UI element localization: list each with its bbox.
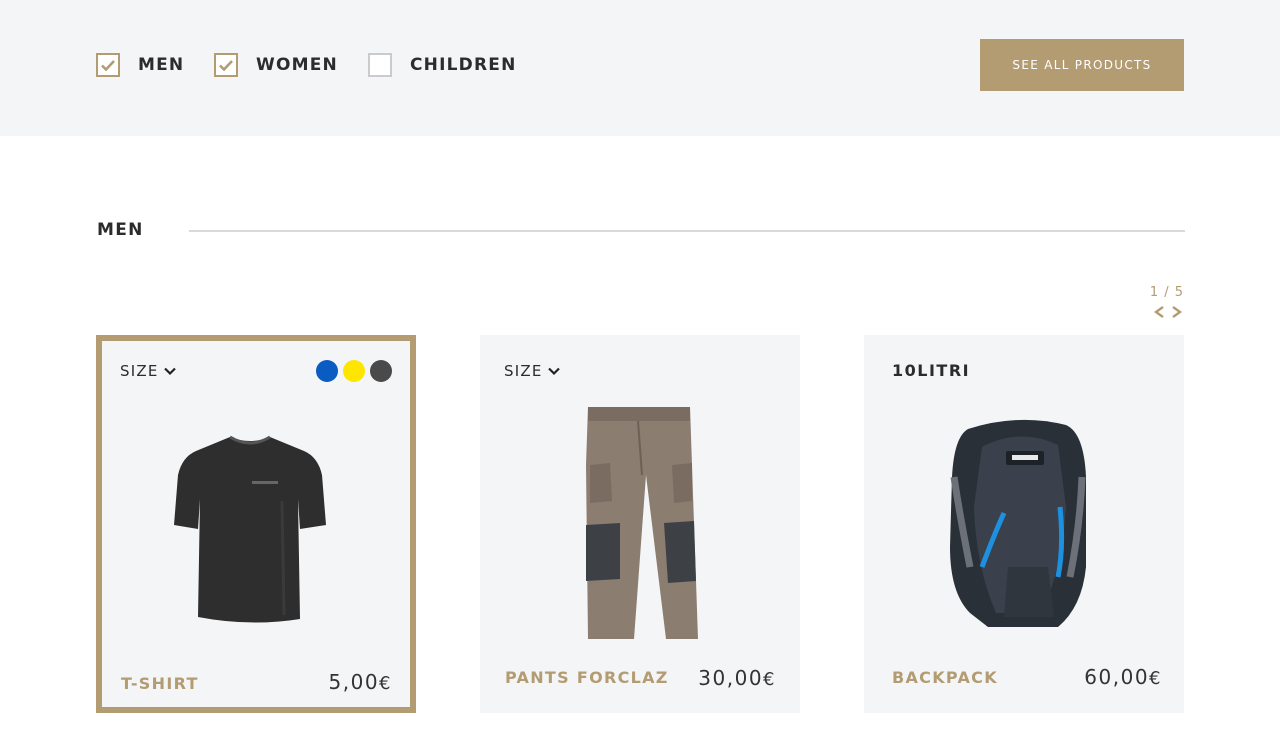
chevron-down-icon	[547, 367, 560, 375]
checkbox-box[interactable]	[214, 53, 238, 77]
product-name[interactable]: T-SHIRT	[121, 674, 199, 693]
checkbox-box[interactable]	[96, 53, 120, 77]
product-price: 30,00€	[698, 666, 776, 690]
pager-arrows	[1154, 306, 1182, 318]
chevron-down-icon	[163, 367, 176, 375]
filter-bar: MEN WOMEN CHILDREN SEE ALL PRODUCTS	[0, 0, 1280, 136]
filter-label: CHILDREN	[410, 55, 517, 75]
color-swatch[interactable]	[316, 360, 338, 382]
see-all-products-button[interactable]: SEE ALL PRODUCTS	[980, 39, 1184, 91]
section-divider	[189, 230, 1185, 232]
section-title: MEN	[97, 220, 144, 240]
checkbox-box[interactable]	[368, 53, 392, 77]
product-name[interactable]: PANTS FORCLAZ	[505, 668, 669, 687]
tshirt-image	[174, 435, 326, 623]
price-currency: €	[763, 669, 776, 690]
prev-arrow-icon[interactable]	[1154, 306, 1165, 318]
pants-image	[586, 407, 698, 639]
next-arrow-icon[interactable]	[1171, 306, 1182, 318]
product-card-backpack[interactable]: 10LITRI BACKPACK 60,00€	[864, 335, 1184, 713]
color-swatches	[316, 360, 392, 382]
filter-label: MEN	[138, 55, 185, 75]
product-price: 5,00€	[329, 670, 392, 694]
pager-count: 1 / 5	[1149, 285, 1184, 300]
product-price: 60,00€	[1084, 665, 1162, 689]
product-card-tshirt[interactable]: SIZE T-SHIRT 5,00€	[96, 335, 416, 713]
product-card-pants[interactable]: SIZE PANTS FORCLAZ 30,00€	[480, 335, 800, 713]
checkmark-icon	[101, 59, 115, 71]
size-label: SIZE	[504, 362, 543, 380]
size-dropdown[interactable]: SIZE	[120, 362, 176, 380]
capacity-label: 10LITRI	[892, 361, 971, 380]
size-dropdown[interactable]: SIZE	[504, 362, 560, 380]
price-currency: €	[1149, 668, 1162, 689]
filter-label: WOMEN	[256, 55, 338, 75]
backpack-image	[950, 419, 1086, 627]
price-currency: €	[379, 673, 392, 694]
filter-children-checkbox[interactable]: CHILDREN	[368, 53, 517, 77]
filter-women-checkbox[interactable]: WOMEN	[214, 53, 338, 77]
price-value: 30,00	[698, 666, 764, 690]
color-swatch[interactable]	[343, 360, 365, 382]
size-label: SIZE	[120, 362, 159, 380]
color-swatch[interactable]	[370, 360, 392, 382]
checkmark-icon	[219, 59, 233, 71]
price-value: 60,00	[1084, 665, 1150, 689]
product-name[interactable]: BACKPACK	[892, 668, 998, 687]
price-value: 5,00	[328, 670, 380, 694]
filter-men-checkbox[interactable]: MEN	[96, 53, 184, 77]
carousel-pager: 1 / 5	[1130, 285, 1184, 318]
